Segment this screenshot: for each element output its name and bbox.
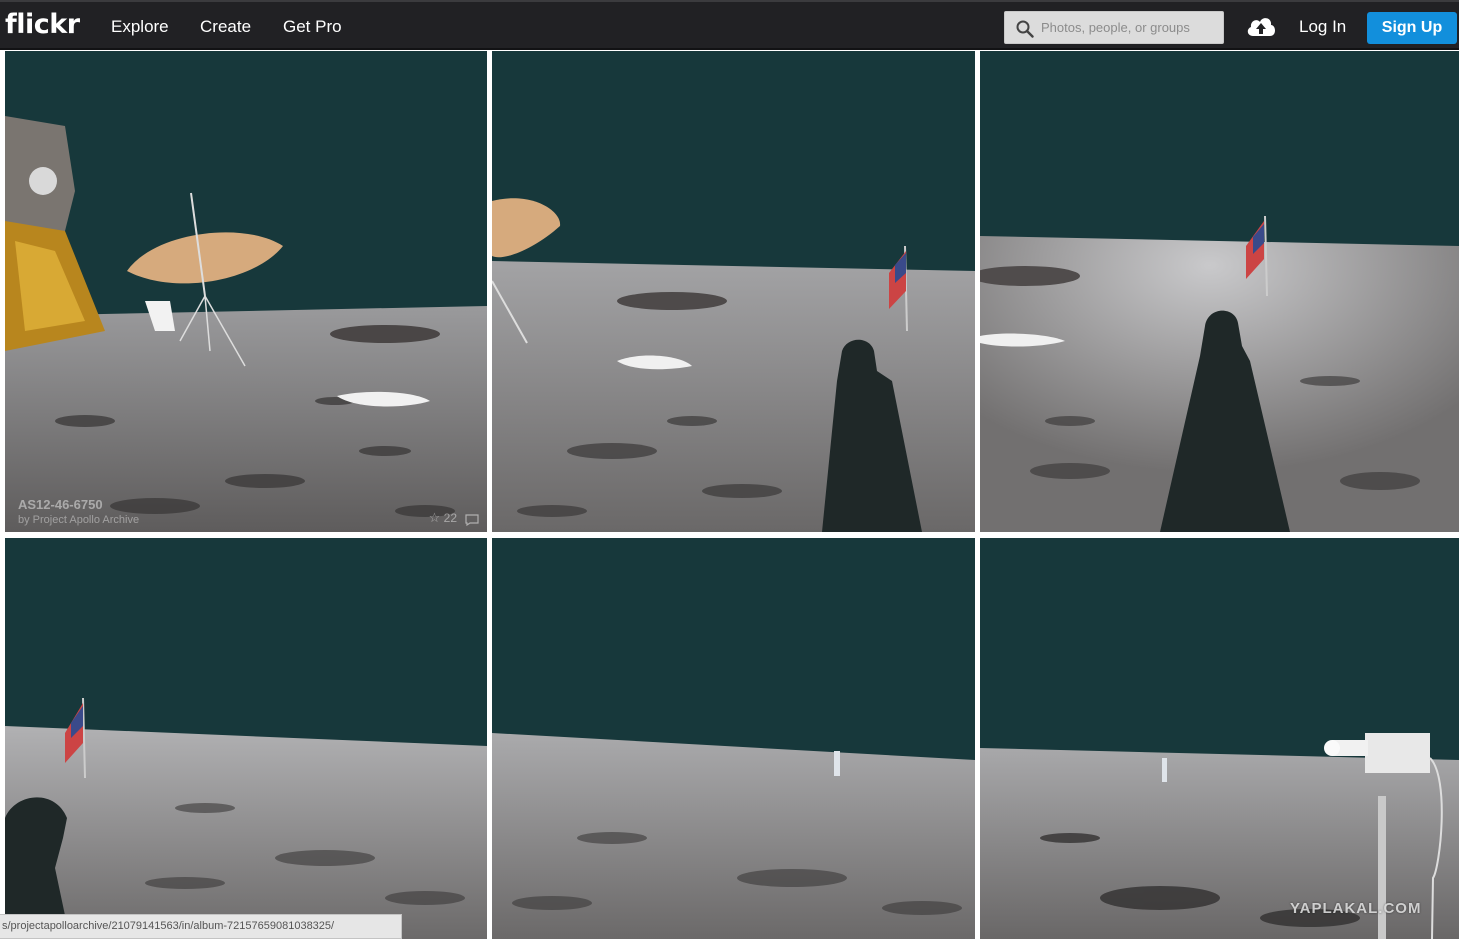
star-icon[interactable]: ☆ — [429, 510, 441, 525]
flickr-logo[interactable]: flickr — [5, 9, 80, 40]
comment-icon[interactable] — [465, 514, 479, 526]
nav-get-pro[interactable]: Get Pro — [283, 17, 342, 37]
cloud-upload-icon[interactable] — [1245, 14, 1277, 38]
nav-create[interactable]: Create — [200, 17, 251, 37]
site-watermark: YAPLAKAL.COM — [1290, 900, 1422, 917]
photo-flag-horizon — [5, 538, 487, 939]
favorite-count[interactable]: ☆ 22 — [429, 510, 457, 526]
search-input[interactable] — [1041, 12, 1221, 43]
search-icon[interactable] — [1016, 20, 1034, 38]
search-box[interactable] — [1004, 11, 1224, 44]
photo-flag-shadow — [492, 51, 975, 532]
photo-tile-5[interactable] — [492, 538, 975, 939]
photo-author[interactable]: by Project Apollo Archive — [18, 514, 139, 526]
favorite-count-value: 22 — [443, 511, 457, 525]
login-link[interactable]: Log In — [1299, 17, 1346, 37]
photo-tile-1[interactable]: AS12-46-6750 by Project Apollo Archive ☆… — [5, 51, 487, 532]
photo-tile-4[interactable] — [5, 538, 487, 939]
browser-status-url: s/projectapolloarchive/21079141563/in/al… — [0, 914, 402, 939]
photo-tile-3[interactable] — [980, 51, 1459, 532]
photo-camera-tripod — [980, 538, 1459, 939]
nav-explore[interactable]: Explore — [111, 17, 169, 37]
photo-lunar-module-antenna — [5, 51, 487, 532]
photo-tile-2[interactable] — [492, 51, 975, 532]
photo-flag-long-shadow — [980, 51, 1459, 532]
photo-lunar-horizon — [492, 538, 975, 939]
photo-tile-6[interactable]: YAPLAKAL.COM — [980, 538, 1459, 939]
photo-title[interactable]: AS12-46-6750 — [18, 497, 103, 512]
signup-button[interactable]: Sign Up — [1367, 12, 1457, 44]
top-navigation-bar: flickr Explore Create Get Pro Log In Sig… — [0, 0, 1459, 50]
